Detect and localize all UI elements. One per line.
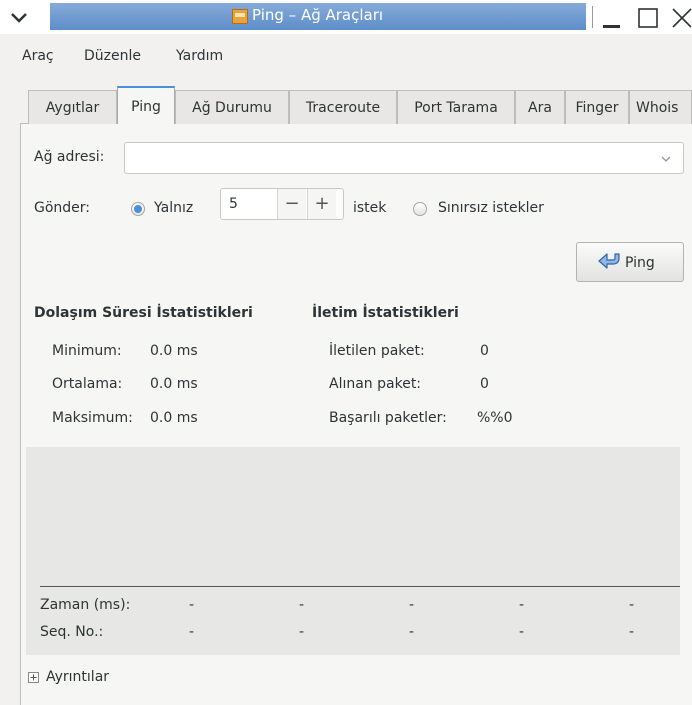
menu-yardim[interactable]: Yardım <box>176 48 223 64</box>
min-value: 0.0 ms <box>150 343 198 359</box>
avg-value: 0.0 ms <box>150 376 198 392</box>
title-separator <box>592 6 593 28</box>
success-value: %%0 <box>477 410 513 426</box>
address-combo[interactable] <box>124 142 684 174</box>
tab-ping[interactable]: Ping <box>117 86 175 124</box>
ping-arrow-icon <box>598 253 620 269</box>
time-cell: - <box>299 597 305 613</box>
tab-finger[interactable]: Finger <box>565 90 629 124</box>
tab-port-tarama[interactable]: Port Tarama <box>397 90 515 124</box>
unlimited-radio[interactable] <box>413 202 427 216</box>
sent-label: İletilen paket: <box>329 343 425 359</box>
ping-button[interactable]: Ping <box>576 242 684 282</box>
menu-arac[interactable]: Araç <box>22 48 54 64</box>
time-cell: - <box>629 597 635 613</box>
success-label: Başarılı paketler: <box>329 410 447 426</box>
seq-cell: - <box>189 624 195 640</box>
unlimited-label[interactable]: Sınırsız istekler <box>438 200 544 216</box>
maximize-icon[interactable] <box>636 6 660 30</box>
tab-bar: Aygıtlar Ping Ağ Durumu Traceroute Port … <box>28 86 692 124</box>
avg-label: Ortalama: <box>52 376 123 392</box>
received-value: 0 <box>480 376 489 392</box>
menu-duzenle[interactable]: Düzenle <box>84 48 141 64</box>
max-label: Maksimum: <box>52 410 133 426</box>
request-label: istek <box>353 200 387 216</box>
tab-ara[interactable]: Ara <box>515 90 565 124</box>
seq-cell: - <box>409 624 415 640</box>
tab-whois[interactable]: Whois <box>629 90 692 124</box>
app-icon <box>232 9 248 24</box>
sent-value: 0 <box>480 343 489 359</box>
title-bar: Ping – Ağ Araçları <box>0 0 692 34</box>
only-radio[interactable] <box>131 202 145 216</box>
received-label: Alınan paket: <box>329 376 422 392</box>
time-cell: - <box>409 597 415 613</box>
only-label[interactable]: Yalnız <box>154 200 193 216</box>
tab-aygitlar[interactable]: Aygıtlar <box>28 90 117 124</box>
time-cell: - <box>519 597 525 613</box>
time-cell: - <box>189 597 195 613</box>
ping-button-label: Ping <box>625 255 655 271</box>
menu-chevron-icon[interactable] <box>8 6 30 28</box>
chevron-down-icon[interactable] <box>661 154 671 164</box>
seq-cell: - <box>519 624 525 640</box>
decrement-button[interactable]: − <box>277 189 306 219</box>
increment-button[interactable]: + <box>307 189 336 219</box>
close-icon[interactable] <box>670 6 692 30</box>
menu-bar: Araç Düzenle Yardım <box>0 34 692 80</box>
send-label: Gönder: <box>34 200 91 216</box>
address-label: Ağ adresi: <box>34 149 105 165</box>
round-trip-heading: Dolaşım Süresi İstatistikleri <box>34 305 253 321</box>
time-label: Zaman (ms): <box>40 597 131 613</box>
ping-graph-area <box>26 447 680 655</box>
max-value: 0.0 ms <box>150 410 198 426</box>
min-label: Minimum: <box>52 343 122 359</box>
seq-cell: - <box>629 624 635 640</box>
window-title: Ping – Ağ Araçları <box>252 6 384 24</box>
seq-label: Seq. No.: <box>40 624 104 640</box>
minimize-icon[interactable] <box>600 6 624 30</box>
count-value[interactable]: 5 <box>229 196 238 212</box>
expander-plus-icon[interactable] <box>28 672 39 683</box>
tab-ag-durumu[interactable]: Ağ Durumu <box>175 90 289 124</box>
tab-traceroute[interactable]: Traceroute <box>289 90 397 124</box>
count-spinner[interactable]: 5 − + <box>220 188 344 220</box>
graph-baseline <box>40 586 680 587</box>
seq-cell: - <box>299 624 305 640</box>
details-label[interactable]: Ayrıntılar <box>46 669 109 685</box>
transmission-heading: İletim İstatistikleri <box>312 305 459 321</box>
address-input[interactable] <box>131 147 645 171</box>
